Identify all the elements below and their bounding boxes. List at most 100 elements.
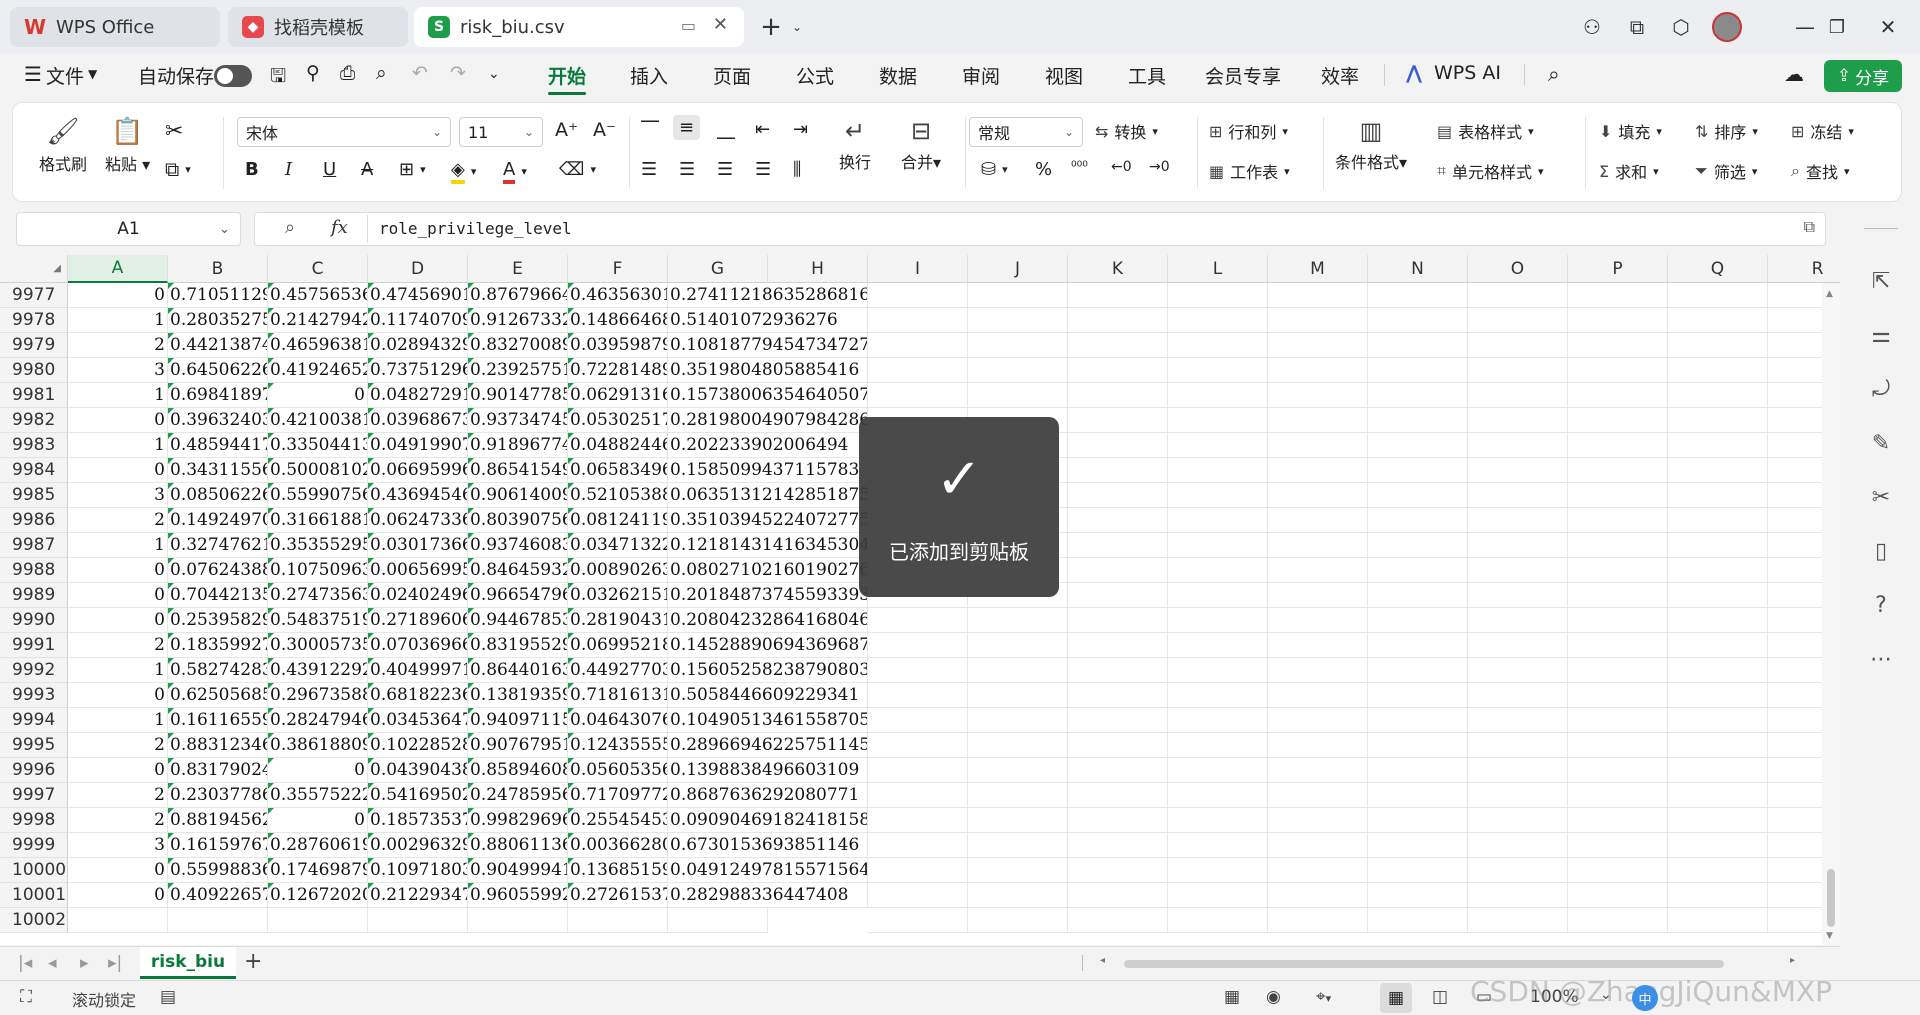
cell-empty[interactable] bbox=[1068, 858, 1168, 883]
share-button[interactable]: ⇪ 分享 bbox=[1824, 60, 1902, 92]
cell-empty[interactable] bbox=[1368, 583, 1468, 608]
cell-empty[interactable] bbox=[1168, 433, 1268, 458]
row-header[interactable]: 9998 bbox=[0, 808, 68, 833]
cell-d-9987[interactable]: 0.03017366 bbox=[368, 533, 468, 558]
cell-empty[interactable] bbox=[868, 658, 968, 683]
font-size-select[interactable]: 11 ⌄ bbox=[459, 117, 543, 147]
cloud-upload-icon[interactable]: ☁ bbox=[1784, 62, 1804, 86]
cell-empty[interactable] bbox=[1668, 458, 1768, 483]
cell-a-9987[interactable]: 1 bbox=[68, 533, 168, 558]
avatar[interactable] bbox=[1712, 12, 1742, 42]
menu-home[interactable]: 开始 bbox=[548, 62, 586, 89]
increase-font-icon[interactable]: A⁺ bbox=[555, 119, 578, 141]
cell-g-9982[interactable]: 0.28198004907984286 bbox=[668, 408, 868, 433]
cell-c-9984[interactable]: 0.50008102 bbox=[268, 458, 368, 483]
outdent-icon[interactable]: ⇤ bbox=[755, 119, 770, 140]
row-header[interactable]: 9986 bbox=[0, 508, 68, 533]
strikethrough-icon[interactable]: A bbox=[361, 159, 373, 180]
cell-empty[interactable] bbox=[1068, 483, 1168, 508]
cell-f-9993[interactable]: 0.71816131 bbox=[568, 683, 668, 708]
scroll-left-arrow-icon[interactable]: ◂ bbox=[1100, 955, 1105, 966]
cell-c-9999[interactable]: 0.28760619 bbox=[268, 833, 368, 858]
cell-f-9980[interactable]: 0.72281489 bbox=[568, 358, 668, 383]
cell-empty[interactable] bbox=[1568, 308, 1668, 333]
cell-b-9997[interactable]: 0.23037786 bbox=[168, 783, 268, 808]
cell-empty[interactable] bbox=[1668, 283, 1768, 308]
cell-a-9991[interactable]: 2 bbox=[68, 633, 168, 658]
cell-empty[interactable] bbox=[868, 833, 968, 858]
column-header-p[interactable]: P bbox=[1568, 255, 1668, 283]
cell-c-9989[interactable]: 0.27473563 bbox=[268, 583, 368, 608]
cell-empty[interactable] bbox=[968, 883, 1068, 908]
cell-b-9981[interactable]: 0.69841897 bbox=[168, 383, 268, 408]
document-icon[interactable]: ▤ bbox=[160, 987, 176, 1007]
cell-c-9994[interactable]: 0.28247946 bbox=[268, 708, 368, 733]
cell-b-9980[interactable]: 0.64506226 bbox=[168, 358, 268, 383]
cell-empty[interactable] bbox=[868, 608, 968, 633]
cell-b-9992[interactable]: 0.58274283 bbox=[168, 658, 268, 683]
row-header[interactable]: 9982 bbox=[0, 408, 68, 433]
decrease-font-icon[interactable]: A⁻ bbox=[593, 119, 616, 141]
cell-a-9994[interactable]: 1 bbox=[68, 708, 168, 733]
cell-empty[interactable] bbox=[668, 908, 768, 933]
cell-empty[interactable] bbox=[1368, 908, 1468, 933]
column-header-a[interactable]: A bbox=[68, 255, 168, 283]
cell-b-9977[interactable]: 0.71051129 bbox=[168, 283, 268, 308]
cell-c-9986[interactable]: 0.31661881 bbox=[268, 508, 368, 533]
scroll-right-arrow-icon[interactable]: ▸ bbox=[1790, 955, 1795, 966]
cell-d-9999[interactable]: 0.00296329 bbox=[368, 833, 468, 858]
cell-c-9998[interactable]: 0 bbox=[268, 808, 368, 833]
tools-icon[interactable]: ✂ bbox=[1866, 482, 1896, 512]
cell-empty[interactable] bbox=[1468, 433, 1568, 458]
cell-empty[interactable] bbox=[1568, 283, 1668, 308]
italic-icon[interactable]: I bbox=[285, 159, 292, 180]
cell-empty[interactable] bbox=[1168, 508, 1268, 533]
cell-d-9992[interactable]: 0.40499971 bbox=[368, 658, 468, 683]
cell-empty[interactable] bbox=[1568, 608, 1668, 633]
cell-b-9999[interactable]: 0.16159767 bbox=[168, 833, 268, 858]
cell-empty[interactable] bbox=[568, 908, 668, 933]
cell-empty[interactable] bbox=[1568, 383, 1668, 408]
conditional-format-button[interactable]: ▥ 条件格式▾ bbox=[1335, 117, 1407, 173]
cell-empty[interactable] bbox=[968, 858, 1068, 883]
cell-g-9992[interactable]: 0.15605258238790803 bbox=[668, 658, 868, 683]
autosave-toggle[interactable] bbox=[214, 65, 252, 87]
cell-g-9991[interactable]: 0.14528890694369687 bbox=[668, 633, 868, 658]
cell-empty[interactable] bbox=[1568, 633, 1668, 658]
cell-empty[interactable] bbox=[1168, 333, 1268, 358]
cell-empty[interactable] bbox=[1468, 808, 1568, 833]
eraser-icon[interactable]: ⌫ ▾ bbox=[559, 159, 596, 180]
cell-e-9990[interactable]: 0.94467853 bbox=[468, 608, 568, 633]
cell-empty[interactable] bbox=[1068, 333, 1168, 358]
cell-c-9991[interactable]: 0.30005735 bbox=[268, 633, 368, 658]
cell-empty[interactable] bbox=[1568, 433, 1668, 458]
tab-daoke[interactable]: ◆ 找稻壳模板 bbox=[228, 7, 408, 47]
cell-g-9994[interactable]: 0.10490513461558705 bbox=[668, 708, 868, 733]
fill-button[interactable]: ⬇ 填充 ▾ bbox=[1599, 119, 1662, 143]
cell-e-9981[interactable]: 0.90147785 bbox=[468, 383, 568, 408]
cell-empty[interactable] bbox=[1268, 383, 1368, 408]
cell-g-9981[interactable]: 0.15738006354640507 bbox=[668, 383, 868, 408]
cell-e-10000[interactable]: 0.90499941 bbox=[468, 858, 568, 883]
scroll-up-arrow-icon[interactable]: ▲ bbox=[1826, 289, 1833, 299]
book-icon[interactable]: ▯ bbox=[1866, 536, 1896, 566]
cell-g-10000[interactable]: 0.04912497815571564 bbox=[668, 858, 868, 883]
cell-f-9989[interactable]: 0.03262151 bbox=[568, 583, 668, 608]
cell-empty[interactable] bbox=[1268, 633, 1368, 658]
align-top-icon[interactable]: ⎺ bbox=[641, 119, 659, 140]
cell-empty[interactable] bbox=[1368, 858, 1468, 883]
cell-f-9991[interactable]: 0.06995218 bbox=[568, 633, 668, 658]
cell-e-9998[interactable]: 0.99829696 bbox=[468, 808, 568, 833]
cell-c-9982[interactable]: 0.42100381 bbox=[268, 408, 368, 433]
window-layout-icon[interactable]: ⧉ bbox=[1622, 12, 1652, 42]
cell-empty[interactable] bbox=[1468, 708, 1568, 733]
cell-empty[interactable] bbox=[1268, 358, 1368, 383]
cell-empty[interactable] bbox=[1268, 908, 1368, 933]
last-sheet-icon[interactable]: ▸| bbox=[108, 953, 122, 973]
cell-empty[interactable] bbox=[868, 633, 968, 658]
cell-e-9982[interactable]: 0.93734745 bbox=[468, 408, 568, 433]
cell-empty[interactable] bbox=[1468, 758, 1568, 783]
cell-c-10000[interactable]: 0.17469879 bbox=[268, 858, 368, 883]
cell-empty[interactable] bbox=[1668, 433, 1768, 458]
cell-empty[interactable] bbox=[1268, 508, 1368, 533]
